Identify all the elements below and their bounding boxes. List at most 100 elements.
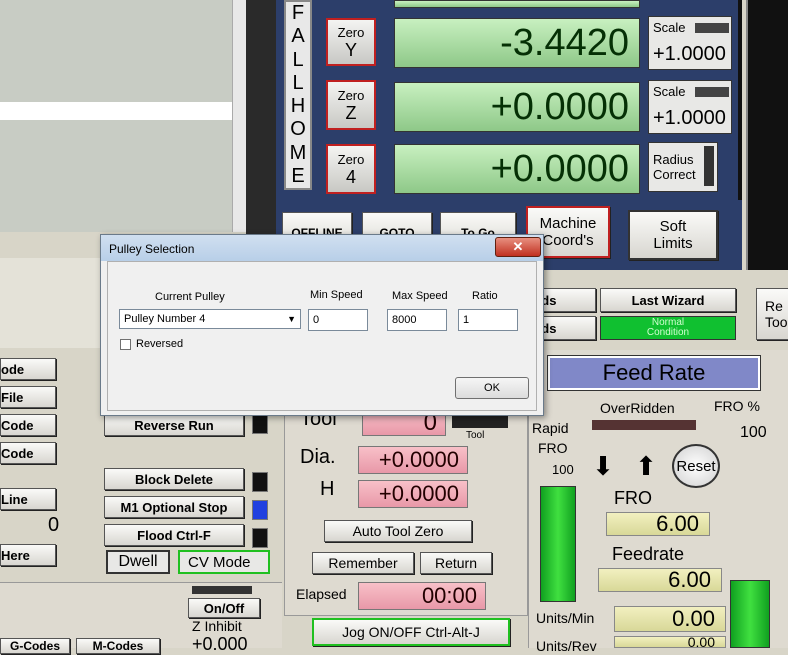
ratio-label: Ratio bbox=[472, 290, 498, 302]
zero-y-button[interactable]: Zero Y bbox=[326, 18, 376, 66]
zero-label: Zero bbox=[337, 87, 365, 103]
fall-home-letter: E bbox=[291, 164, 305, 187]
zero-label: Zero bbox=[337, 24, 365, 40]
left-button-line[interactable]: Line bbox=[0, 488, 56, 510]
regen-toolpath-button[interactable]: ReTool bbox=[756, 288, 788, 340]
scale-value[interactable]: +1.0000 bbox=[653, 107, 726, 130]
units-min-value: 0.00 bbox=[614, 606, 726, 632]
overridden-led bbox=[592, 420, 696, 430]
fall-home-label: FALLHOME bbox=[284, 0, 312, 190]
scale-label: Scale bbox=[653, 20, 686, 35]
feed-rate-slider[interactable] bbox=[730, 580, 770, 648]
right-frame bbox=[746, 0, 788, 270]
condition-label: Condition bbox=[646, 327, 690, 338]
fall-home-letter: L bbox=[292, 71, 304, 94]
on-off-button[interactable]: On/Off bbox=[188, 598, 260, 618]
z-inhibit-value[interactable]: +0.000 bbox=[192, 634, 248, 655]
axis-label: Z bbox=[345, 102, 357, 123]
dialog-title: Pulley Selection bbox=[109, 242, 195, 256]
dwell-label: Dwell bbox=[106, 550, 170, 574]
max-speed-input[interactable]: 8000 bbox=[387, 309, 447, 331]
auto-tool-zero-button[interactable]: Auto Tool Zero bbox=[324, 520, 472, 542]
feedrate-label: Feedrate bbox=[612, 544, 685, 564]
scale-indicator bbox=[695, 87, 729, 97]
reverse-run-button[interactable]: Reverse Run bbox=[104, 414, 244, 436]
soft-label: Soft bbox=[659, 218, 687, 235]
scrollbar[interactable] bbox=[232, 0, 246, 232]
tool-small-label: Tool bbox=[466, 430, 485, 441]
dro-top-strip bbox=[394, 0, 640, 8]
fall-home-letter: H bbox=[290, 95, 306, 118]
g-codes-button[interactable]: G-Codes bbox=[0, 638, 70, 654]
pulley-selection-dialog: Pulley Selection ✕ Current Pulley Min Sp… bbox=[100, 234, 544, 416]
left-button-code1[interactable]: Code bbox=[0, 414, 56, 436]
pulley-select-value: Pulley Number 4 bbox=[124, 313, 206, 325]
line-value: 0 bbox=[48, 514, 60, 536]
toolpath-line bbox=[0, 102, 232, 120]
fall-home-letter: L bbox=[292, 48, 304, 71]
flood-led bbox=[252, 528, 268, 548]
machine-label: Machine bbox=[539, 215, 597, 232]
fall-home-letter: M bbox=[289, 141, 307, 164]
ok-button[interactable]: OK bbox=[455, 377, 529, 399]
left-button-here[interactable]: Here bbox=[0, 544, 56, 566]
chevron-down-icon: ▼ bbox=[287, 314, 296, 324]
close-icon[interactable]: ✕ bbox=[495, 237, 541, 257]
feed-rate-title: Feed Rate bbox=[547, 355, 761, 391]
scale-z-box: Scale +1.0000 bbox=[648, 80, 732, 134]
dialog-titlebar[interactable]: Pulley Selection ✕ bbox=[101, 235, 543, 261]
fall-home-letter: A bbox=[291, 25, 305, 48]
flood-button[interactable]: Flood Ctrl-F bbox=[104, 524, 244, 546]
last-wizard-button[interactable]: Last Wizard bbox=[600, 288, 736, 312]
m1-led bbox=[252, 500, 268, 520]
dia-value[interactable]: +0.0000 bbox=[358, 446, 468, 474]
left-button-code2[interactable]: Code bbox=[0, 442, 56, 464]
zero-label: Zero bbox=[337, 151, 365, 167]
pulley-select[interactable]: Pulley Number 4 ▼ bbox=[119, 309, 301, 329]
toolpath-view bbox=[0, 0, 232, 232]
ratio-input[interactable]: 1 bbox=[458, 309, 518, 331]
units-rev-label: Units/Rev bbox=[536, 638, 597, 654]
reversed-checkbox[interactable] bbox=[120, 339, 131, 350]
return-button[interactable]: Return bbox=[420, 552, 492, 574]
max-speed-label: Max Speed bbox=[392, 290, 448, 302]
elapsed-label: Elapsed bbox=[296, 586, 347, 602]
feedrate-value[interactable]: 6.00 bbox=[598, 567, 722, 592]
jog-toggle-button[interactable]: Jog ON/OFF Ctrl-Alt-J bbox=[312, 618, 510, 646]
fro-down-icon[interactable]: ⬇ bbox=[588, 451, 618, 481]
min-speed-input[interactable]: 0 bbox=[308, 309, 368, 331]
scale-value[interactable]: +1.0000 bbox=[653, 43, 726, 66]
scale-y-box: Scale +1.0000 bbox=[648, 16, 732, 70]
current-pulley-label: Current Pulley bbox=[155, 291, 225, 303]
remember-button[interactable]: Remember bbox=[312, 552, 414, 574]
left-button-mode[interactable]: ode bbox=[0, 358, 56, 380]
limits-label: Limits bbox=[653, 235, 693, 252]
zero-z-button[interactable]: Zero Z bbox=[326, 80, 376, 130]
scale-indicator bbox=[695, 23, 729, 33]
dro-4: +0.0000 bbox=[394, 144, 640, 194]
left-button-file[interactable]: File bbox=[0, 386, 56, 408]
rapid-label: Rapid bbox=[532, 420, 569, 436]
soft-limits-button[interactable]: Soft Limits bbox=[628, 210, 718, 260]
normal-condition-status: Normal Condition bbox=[600, 316, 736, 340]
block-delete-button[interactable]: Block Delete bbox=[104, 468, 244, 490]
elapsed-value: 00:00 bbox=[358, 582, 486, 610]
radius-led bbox=[704, 146, 714, 186]
tool-label: Tool bbox=[765, 314, 788, 330]
dro-z: +0.0000 bbox=[394, 82, 640, 132]
fro-up-icon[interactable]: ⬆ bbox=[630, 451, 662, 481]
h-value[interactable]: +0.0000 bbox=[358, 480, 468, 508]
reset-button[interactable]: Reset bbox=[672, 444, 720, 488]
rapid-fro-value: 100 bbox=[552, 462, 574, 477]
fro-percent-label: FRO % bbox=[714, 398, 760, 414]
min-speed-label: Min Speed bbox=[310, 289, 363, 301]
rapid-fro-slider[interactable] bbox=[540, 486, 576, 602]
zero-4-button[interactable]: Zero 4 bbox=[326, 144, 376, 194]
fro-label: FRO bbox=[614, 488, 652, 508]
m1-optional-stop-button[interactable]: M1 Optional Stop bbox=[104, 496, 244, 518]
dro-y: -3.4420 bbox=[394, 18, 640, 68]
m-codes-button[interactable]: M-Codes bbox=[76, 638, 160, 654]
tool-image bbox=[452, 414, 508, 428]
overridden-label: OverRidden bbox=[600, 400, 675, 416]
rapid-fro-label: FRO bbox=[538, 440, 568, 456]
